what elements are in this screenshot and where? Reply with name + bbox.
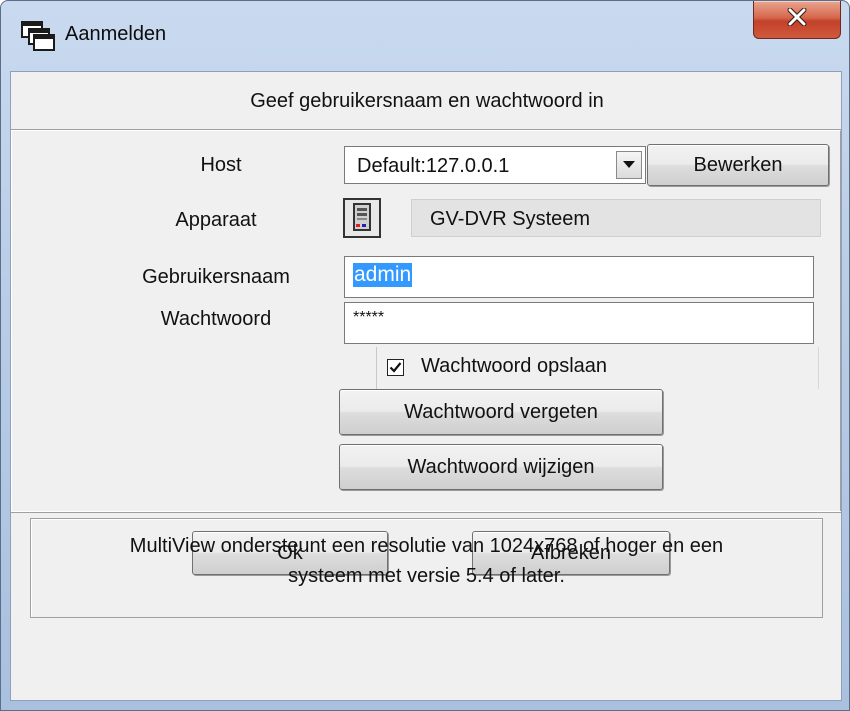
username-label: Gebruikersnaam <box>142 266 290 288</box>
close-icon <box>787 7 807 31</box>
change-password-button[interactable]: Wachtwoord wijzigen <box>339 444 663 490</box>
password-input[interactable]: ***** <box>344 302 814 344</box>
host-select[interactable]: Default:127.0.0.1 <box>344 146 646 184</box>
host-select-value: Default:127.0.0.1 <box>357 155 510 177</box>
device-value: GV-DVR Systeem <box>430 208 591 230</box>
info-line-2: systeem met versie 5.4 of later. <box>288 565 565 587</box>
instruction-text: Geef gebruikersnaam en wachtwoord in <box>250 90 604 112</box>
save-password-checkbox[interactable] <box>387 359 404 376</box>
dropdown-arrow-icon[interactable] <box>616 151 642 179</box>
title-bar[interactable]: Aanmelden <box>1 1 849 71</box>
save-password-option[interactable]: Wachtwoord opslaan <box>376 347 819 389</box>
window-title: Aanmelden <box>65 23 167 45</box>
close-button[interactable] <box>753 1 841 39</box>
device-field: GV-DVR Systeem <box>411 199 821 237</box>
host-label: Host <box>200 154 242 176</box>
login-dialog: Aanmelden Geef gebruikersnaam en wachtwo… <box>0 0 850 711</box>
checkmark-icon <box>389 362 402 373</box>
device-label: Apparaat <box>175 209 257 231</box>
save-password-label: Wachtwoord opslaan <box>421 355 608 377</box>
info-message: MultiView ondersteunt een resolutie van … <box>30 518 823 618</box>
username-input[interactable]: admin <box>344 256 814 298</box>
edit-host-button[interactable]: Bewerken <box>647 144 829 186</box>
info-line-1: MultiView ondersteunt een resolutie van … <box>129 535 724 557</box>
dvr-device-icon <box>343 198 381 238</box>
forgot-password-button[interactable]: Wachtwoord vergeten <box>339 389 663 435</box>
dialog-client-area: Geef gebruikersnaam en wachtwoord in Hos… <box>10 71 842 701</box>
password-value: ***** <box>353 309 385 326</box>
app-windows-icon <box>21 21 55 51</box>
username-value: admin <box>353 263 413 287</box>
password-label: Wachtwoord <box>160 308 272 330</box>
